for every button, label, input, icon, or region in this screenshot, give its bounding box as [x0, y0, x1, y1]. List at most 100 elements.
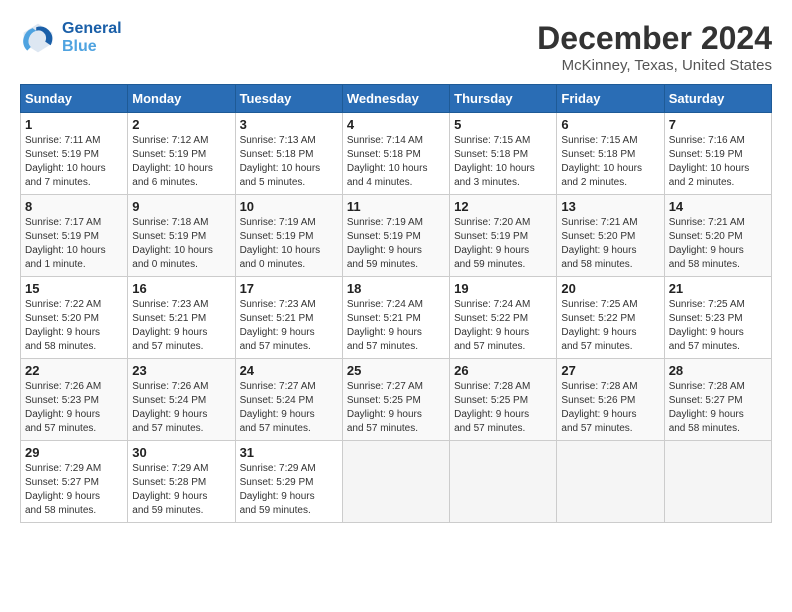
logo: General Blue: [20, 20, 122, 56]
calendar-cell: 2 Sunrise: 7:12 AM Sunset: 5:19 PM Daylig…: [128, 113, 235, 195]
calendar-cell: 18 Sunrise: 7:24 AM Sunset: 5:21 PM Dayli…: [342, 277, 449, 359]
calendar-cell: 17 Sunrise: 7:23 AM Sunset: 5:21 PM Dayli…: [235, 277, 342, 359]
day-info: Sunrise: 7:19 AM Sunset: 5:19 PM Dayligh…: [240, 216, 338, 272]
day-number: 23: [132, 363, 230, 378]
day-number: 17: [240, 281, 338, 296]
day-info: Sunrise: 7:24 AM Sunset: 5:22 PM Dayligh…: [454, 298, 552, 354]
day-number: 3: [240, 117, 338, 132]
day-info: Sunrise: 7:25 AM Sunset: 5:23 PM Dayligh…: [669, 298, 767, 354]
calendar-week-row: 1 Sunrise: 7:11 AM Sunset: 5:19 PM Daylig…: [21, 113, 772, 195]
day-info: Sunrise: 7:17 AM Sunset: 5:19 PM Dayligh…: [25, 216, 123, 272]
day-number: 26: [454, 363, 552, 378]
calendar-cell: 19 Sunrise: 7:24 AM Sunset: 5:22 PM Dayli…: [450, 277, 557, 359]
calendar-cell: 5 Sunrise: 7:15 AM Sunset: 5:18 PM Daylig…: [450, 113, 557, 195]
calendar-cell: 11Sunrise: 7:19 AM Sunset: 5:19 PM Dayli…: [342, 195, 449, 277]
day-info: Sunrise: 7:27 AM Sunset: 5:25 PM Dayligh…: [347, 380, 445, 436]
calendar-week-row: 29Sunrise: 7:29 AM Sunset: 5:27 PM Dayli…: [21, 441, 772, 523]
page-subtitle: McKinney, Texas, United States: [537, 57, 772, 74]
day-number: 9: [132, 199, 230, 214]
day-info: Sunrise: 7:27 AM Sunset: 5:24 PM Dayligh…: [240, 380, 338, 436]
weekday-header-wednesday: Wednesday: [342, 85, 449, 113]
calendar-cell: 4Sunrise: 7:14 AM Sunset: 5:18 PM Daylig…: [342, 113, 449, 195]
day-info: Sunrise: 7:16 AM Sunset: 5:19 PM Dayligh…: [669, 134, 767, 190]
calendar-cell: 16Sunrise: 7:23 AM Sunset: 5:21 PM Dayli…: [128, 277, 235, 359]
day-number: 19: [454, 281, 552, 296]
day-info: Sunrise: 7:29 AM Sunset: 5:27 PM Dayligh…: [25, 462, 123, 518]
calendar-cell: 21 Sunrise: 7:25 AM Sunset: 5:23 PM Dayli…: [664, 277, 771, 359]
calendar-cell: [450, 441, 557, 523]
calendar-cell: 28Sunrise: 7:28 AM Sunset: 5:27 PM Dayli…: [664, 359, 771, 441]
day-number: 21: [669, 281, 767, 296]
day-number: 12: [454, 199, 552, 214]
day-info: Sunrise: 7:20 AM Sunset: 5:19 PM Dayligh…: [454, 216, 552, 272]
calendar-week-row: 22 Sunrise: 7:26 AM Sunset: 5:23 PM Dayli…: [21, 359, 772, 441]
weekday-header-saturday: Saturday: [664, 85, 771, 113]
day-number: 24: [240, 363, 338, 378]
calendar-cell: 13 Sunrise: 7:21 AM Sunset: 5:20 PM Dayli…: [557, 195, 664, 277]
day-number: 28: [669, 363, 767, 378]
calendar-cell: 26Sunrise: 7:28 AM Sunset: 5:25 PM Dayli…: [450, 359, 557, 441]
weekday-header-friday: Friday: [557, 85, 664, 113]
day-number: 5: [454, 117, 552, 132]
calendar-cell: 25 Sunrise: 7:27 AM Sunset: 5:25 PM Dayli…: [342, 359, 449, 441]
day-info: Sunrise: 7:12 AM Sunset: 5:19 PM Dayligh…: [132, 134, 230, 190]
calendar-cell: 27 Sunrise: 7:28 AM Sunset: 5:26 PM Dayli…: [557, 359, 664, 441]
day-number: 27: [561, 363, 659, 378]
calendar-cell: 30Sunrise: 7:29 AM Sunset: 5:28 PM Dayli…: [128, 441, 235, 523]
day-info: Sunrise: 7:23 AM Sunset: 5:21 PM Dayligh…: [132, 298, 230, 354]
day-info: Sunrise: 7:15 AM Sunset: 5:18 PM Dayligh…: [454, 134, 552, 190]
day-info: Sunrise: 7:26 AM Sunset: 5:23 PM Dayligh…: [25, 380, 123, 436]
day-number: 1: [25, 117, 123, 132]
calendar-cell: 14Sunrise: 7:21 AM Sunset: 5:20 PM Dayli…: [664, 195, 771, 277]
logo-icon: [20, 20, 56, 56]
day-number: 13: [561, 199, 659, 214]
calendar-cell: 9 Sunrise: 7:18 AM Sunset: 5:19 PM Daylig…: [128, 195, 235, 277]
weekday-header-monday: Monday: [128, 85, 235, 113]
day-info: Sunrise: 7:23 AM Sunset: 5:21 PM Dayligh…: [240, 298, 338, 354]
day-number: 2: [132, 117, 230, 132]
weekday-header-tuesday: Tuesday: [235, 85, 342, 113]
calendar-cell: [664, 441, 771, 523]
day-info: Sunrise: 7:28 AM Sunset: 5:26 PM Dayligh…: [561, 380, 659, 436]
day-info: Sunrise: 7:11 AM Sunset: 5:19 PM Dayligh…: [25, 134, 123, 190]
day-info: Sunrise: 7:21 AM Sunset: 5:20 PM Dayligh…: [561, 216, 659, 272]
day-info: Sunrise: 7:29 AM Sunset: 5:29 PM Dayligh…: [240, 462, 338, 518]
calendar-cell: [557, 441, 664, 523]
day-number: 18: [347, 281, 445, 296]
day-number: 15: [25, 281, 123, 296]
day-info: Sunrise: 7:29 AM Sunset: 5:28 PM Dayligh…: [132, 462, 230, 518]
day-info: Sunrise: 7:22 AM Sunset: 5:20 PM Dayligh…: [25, 298, 123, 354]
day-number: 20: [561, 281, 659, 296]
calendar-header-row: SundayMondayTuesdayWednesdayThursdayFrid…: [21, 85, 772, 113]
day-info: Sunrise: 7:14 AM Sunset: 5:18 PM Dayligh…: [347, 134, 445, 190]
day-info: Sunrise: 7:15 AM Sunset: 5:18 PM Dayligh…: [561, 134, 659, 190]
day-number: 22: [25, 363, 123, 378]
calendar-cell: 22 Sunrise: 7:26 AM Sunset: 5:23 PM Dayli…: [21, 359, 128, 441]
header: General Blue December 2024 McKinney, Tex…: [20, 20, 772, 74]
day-info: Sunrise: 7:18 AM Sunset: 5:19 PM Dayligh…: [132, 216, 230, 272]
calendar-cell: 8Sunrise: 7:17 AM Sunset: 5:19 PM Daylig…: [21, 195, 128, 277]
day-info: Sunrise: 7:24 AM Sunset: 5:21 PM Dayligh…: [347, 298, 445, 354]
day-number: 25: [347, 363, 445, 378]
weekday-header-thursday: Thursday: [450, 85, 557, 113]
weekday-header-sunday: Sunday: [21, 85, 128, 113]
logo-text: General Blue: [62, 20, 122, 56]
calendar-body: 1 Sunrise: 7:11 AM Sunset: 5:19 PM Daylig…: [21, 113, 772, 523]
calendar-cell: 24 Sunrise: 7:27 AM Sunset: 5:24 PM Dayli…: [235, 359, 342, 441]
day-info: Sunrise: 7:21 AM Sunset: 5:20 PM Dayligh…: [669, 216, 767, 272]
day-info: Sunrise: 7:26 AM Sunset: 5:24 PM Dayligh…: [132, 380, 230, 436]
day-number: 11: [347, 199, 445, 214]
calendar-week-row: 8Sunrise: 7:17 AM Sunset: 5:19 PM Daylig…: [21, 195, 772, 277]
calendar-cell: 10 Sunrise: 7:19 AM Sunset: 5:19 PM Dayli…: [235, 195, 342, 277]
calendar-cell: 15 Sunrise: 7:22 AM Sunset: 5:20 PM Dayli…: [21, 277, 128, 359]
day-number: 10: [240, 199, 338, 214]
day-number: 31: [240, 445, 338, 460]
calendar-cell: 23 Sunrise: 7:26 AM Sunset: 5:24 PM Dayli…: [128, 359, 235, 441]
calendar-cell: 12 Sunrise: 7:20 AM Sunset: 5:19 PM Dayli…: [450, 195, 557, 277]
calendar-cell: 6 Sunrise: 7:15 AM Sunset: 5:18 PM Daylig…: [557, 113, 664, 195]
day-number: 7: [669, 117, 767, 132]
calendar-week-row: 15 Sunrise: 7:22 AM Sunset: 5:20 PM Dayli…: [21, 277, 772, 359]
day-number: 6: [561, 117, 659, 132]
calendar-cell: 3Sunrise: 7:13 AM Sunset: 5:18 PM Daylig…: [235, 113, 342, 195]
day-info: Sunrise: 7:25 AM Sunset: 5:22 PM Dayligh…: [561, 298, 659, 354]
